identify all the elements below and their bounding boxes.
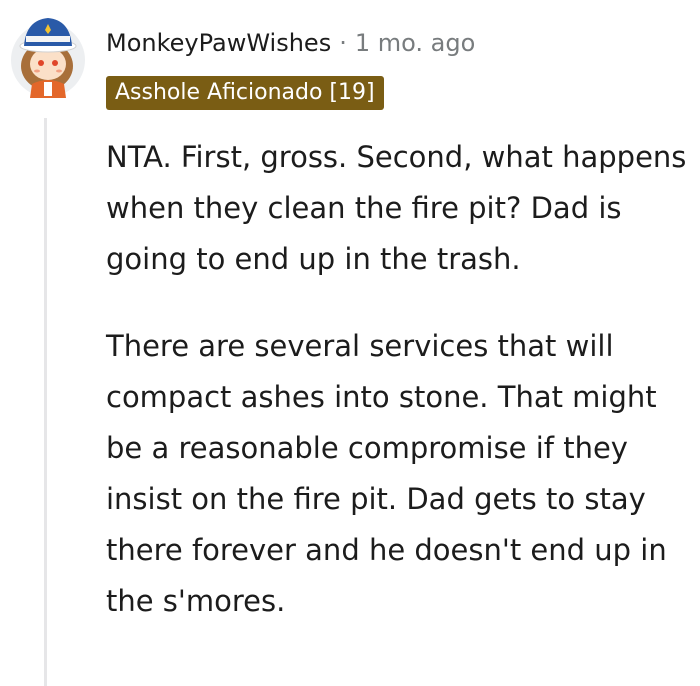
comment-paragraph: NTA. First, gross. Second, what happens …	[106, 140, 687, 276]
timestamp-link[interactable]: 1 mo. ago	[355, 29, 475, 57]
comment-meta: MonkeyPawWishes · 1 mo. ago	[106, 26, 475, 60]
comment-paragraph: There are several services that will com…	[106, 329, 667, 618]
username-link[interactable]: MonkeyPawWishes	[106, 29, 331, 57]
meta-separator: ·	[339, 29, 347, 57]
comment-body: NTA. First, gross. Second, what happens …	[106, 132, 694, 627]
thread-collapse-line[interactable]	[44, 118, 47, 686]
user-avatar-icon[interactable]	[10, 6, 88, 102]
user-flair-badge: Asshole Aficionado [19]	[106, 76, 384, 110]
